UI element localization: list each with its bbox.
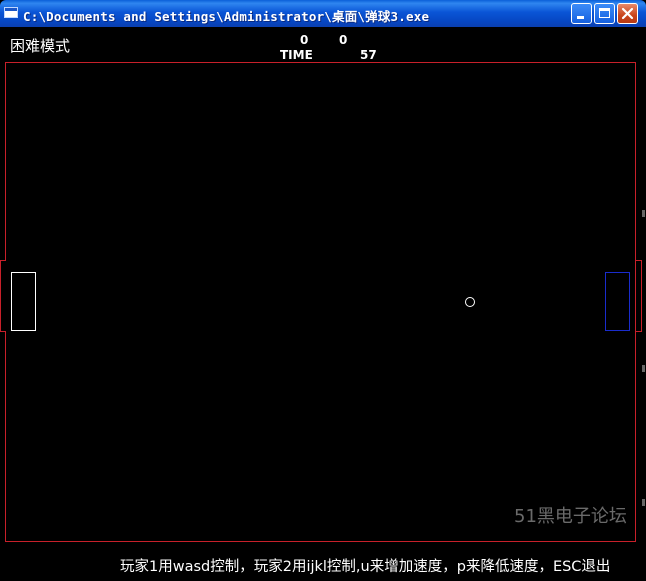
player2-score: 0 — [339, 33, 348, 47]
controls-instructions: 玩家1用wasd控制，玩家2用ijkl控制,u来增加速度，p来降低速度，ESC退… — [120, 559, 611, 575]
player2-paddle — [605, 272, 630, 331]
ball — [465, 297, 475, 307]
close-icon — [621, 7, 634, 20]
time-value: 57 — [360, 48, 377, 62]
player1-score: 0 — [300, 33, 309, 47]
difficulty-mode-label: 困难模式 — [10, 37, 71, 55]
watermark: 51黑电子论坛 — [514, 506, 627, 527]
edge-artifact — [642, 365, 645, 372]
left-goal — [0, 260, 6, 332]
title-bar[interactable]: C:\Documents and Settings\Administrator\… — [0, 0, 646, 27]
close-button[interactable] — [617, 3, 638, 24]
minimize-icon — [577, 16, 584, 19]
minimize-button[interactable] — [571, 3, 592, 24]
game-canvas[interactable]: 困难模式 0 0 TIME 57 玩家1用wasd控制，玩家2用ijkl控制,u… — [0, 27, 646, 581]
window-title: C:\Documents and Settings\Administrator\… — [23, 9, 430, 24]
edge-artifact — [642, 499, 645, 506]
maximize-icon — [599, 8, 610, 18]
maximize-button[interactable] — [594, 3, 615, 24]
time-label: TIME — [280, 48, 313, 62]
right-goal — [636, 260, 642, 332]
court-boundary — [5, 62, 636, 542]
console-window-icon — [4, 7, 18, 18]
edge-artifact — [642, 210, 645, 217]
player1-paddle — [11, 272, 36, 331]
